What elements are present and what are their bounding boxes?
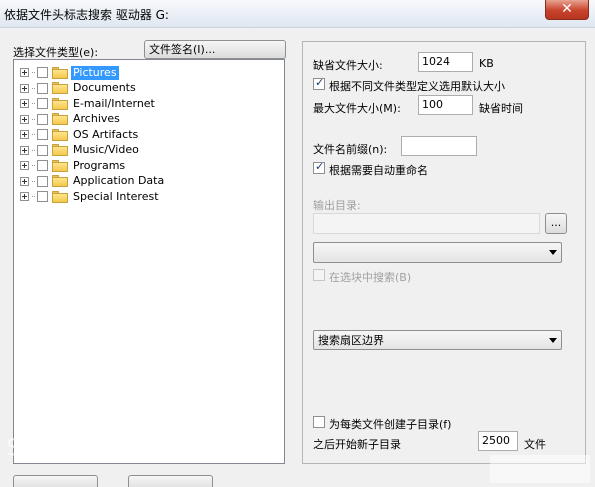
max-size-suffix: 缺省时间 xyxy=(479,102,523,115)
new-subdir-label: 之后开始新子目录 xyxy=(313,438,401,451)
expand-icon[interactable] xyxy=(20,83,29,93)
browse-button-label: ... xyxy=(550,216,562,229)
close-icon: ✕ xyxy=(561,1,573,17)
new-subdir-value: 2500 xyxy=(482,434,510,447)
file-signature-button[interactable]: 文件签名(I)... xyxy=(144,40,286,59)
tree-connector xyxy=(32,165,35,166)
tree-item-email-internet[interactable]: E-mail/Internet xyxy=(20,96,157,111)
expand-icon[interactable] xyxy=(20,192,29,201)
file-signature-button-label: 文件签名(I)... xyxy=(149,43,216,56)
tree-item-label: OS Artifacts xyxy=(73,127,139,141)
output-dir-label: 输出目录: xyxy=(313,199,361,212)
tree-checkbox[interactable] xyxy=(37,129,48,140)
max-size-label: 最大文件大小(M): xyxy=(313,102,401,115)
tree-item-label: E-mail/Internet xyxy=(73,96,155,110)
folder-icon xyxy=(52,190,68,203)
tree-item-special-interest[interactable]: Special Interest xyxy=(20,189,161,204)
watermark-logo xyxy=(490,455,590,483)
folder-icon xyxy=(52,128,68,141)
new-subdir-unit: 文件 xyxy=(524,438,546,451)
tree-item-documents[interactable]: Documents xyxy=(20,81,138,96)
tree-item-programs[interactable]: Programs xyxy=(20,158,127,173)
max-size-input[interactable]: 100 xyxy=(418,95,473,115)
folder-icon xyxy=(52,175,68,187)
expand-icon[interactable] xyxy=(20,130,29,139)
per-type-size-label: 根据不同文件类型定义选用默认大小 xyxy=(329,80,505,93)
cancel-button[interactable] xyxy=(128,475,213,487)
auto-rename-checkbox[interactable] xyxy=(313,160,325,174)
file-type-label: 选择文件类型(e): xyxy=(13,46,99,59)
per-type-size-checkbox[interactable] xyxy=(313,76,325,90)
folder-icon xyxy=(52,82,68,94)
tree-checkbox[interactable] xyxy=(37,175,48,187)
tree-connector xyxy=(32,118,35,120)
new-subdir-input[interactable]: 2500 xyxy=(478,431,518,451)
file-type-tree[interactable]: Pictures Documents E-mail/Internet Archi… xyxy=(13,59,285,464)
tree-item-application-data[interactable]: Application Data xyxy=(20,174,166,189)
folder-icon xyxy=(52,144,68,156)
expand-icon[interactable] xyxy=(20,68,29,77)
auto-rename-label: 根据需要自动重命名 xyxy=(329,164,428,177)
window-title: 依据文件头标志搜索 驱动器 G: xyxy=(4,8,169,22)
search-in-block-label: 在选块中搜索(B) xyxy=(329,271,412,284)
tree-item-os-artifacts[interactable]: OS Artifacts xyxy=(20,127,140,142)
tree-item-label: Application Data xyxy=(73,174,165,187)
default-size-value: 1024 xyxy=(422,55,450,68)
tree-item-label: Special Interest xyxy=(73,189,159,203)
tree-item-label: Music/Video xyxy=(73,143,139,156)
ok-button[interactable] xyxy=(13,475,98,487)
chevron-down-icon xyxy=(549,250,557,255)
tree-item-label: Pictures xyxy=(71,65,119,80)
tree-item-pictures[interactable]: Pictures xyxy=(20,65,119,80)
folder-icon xyxy=(52,97,68,110)
tree-connector xyxy=(32,149,35,151)
expand-icon[interactable] xyxy=(20,114,29,124)
tree-connector xyxy=(32,103,35,104)
tree-connector xyxy=(32,180,35,182)
expand-icon[interactable] xyxy=(20,145,29,155)
expand-icon[interactable] xyxy=(20,176,29,186)
title-bar: 依据文件头标志搜索 驱动器 G: ✕ xyxy=(0,0,595,28)
expand-icon[interactable] xyxy=(20,161,29,170)
tree-connector xyxy=(32,196,35,197)
create-subdir-checkbox[interactable] xyxy=(313,416,325,428)
max-size-value: 100 xyxy=(422,98,443,111)
search-mode-dropdown[interactable] xyxy=(313,242,562,263)
browse-button[interactable]: ... xyxy=(545,213,567,234)
tree-item-label: Programs xyxy=(73,158,126,172)
watermark-text: sfjvip xyxy=(6,428,92,463)
tree-connector xyxy=(32,87,35,89)
filename-prefix-label: 文件名前缀(n): xyxy=(313,143,388,156)
folder-icon xyxy=(52,159,68,172)
tree-connector xyxy=(32,72,35,73)
tree-checkbox[interactable] xyxy=(37,144,48,156)
tree-item-music-video[interactable]: Music/Video xyxy=(20,143,141,158)
tree-checkbox[interactable] xyxy=(37,191,48,202)
output-dir-input[interactable] xyxy=(313,213,540,234)
default-size-label: 缺省文件大小: xyxy=(313,59,383,72)
chevron-down-icon xyxy=(549,338,557,343)
close-button[interactable]: ✕ xyxy=(545,0,589,20)
sector-boundary-value: 搜索扇区边界 xyxy=(318,334,384,347)
tree-checkbox[interactable] xyxy=(37,113,48,125)
folder-icon xyxy=(52,66,68,79)
tree-connector xyxy=(32,134,35,135)
search-in-block-checkbox[interactable] xyxy=(313,269,325,281)
tree-item-label: Documents xyxy=(73,81,136,94)
filename-prefix-input[interactable] xyxy=(401,136,477,156)
tree-checkbox[interactable] xyxy=(37,160,48,171)
default-size-input[interactable]: 1024 xyxy=(418,52,473,72)
tree-checkbox[interactable] xyxy=(37,67,48,78)
tree-checkbox[interactable] xyxy=(37,82,48,94)
expand-icon[interactable] xyxy=(20,99,29,108)
create-subdir-label: 为每类文件创建子目录(f) xyxy=(329,418,452,431)
tree-item-label: Archives xyxy=(73,112,120,125)
default-size-unit: KB xyxy=(479,57,494,70)
folder-icon xyxy=(52,113,68,125)
sector-boundary-dropdown[interactable]: 搜索扇区边界 xyxy=(313,330,562,350)
tree-checkbox[interactable] xyxy=(37,98,48,109)
tree-item-archives[interactable]: Archives xyxy=(20,112,122,127)
